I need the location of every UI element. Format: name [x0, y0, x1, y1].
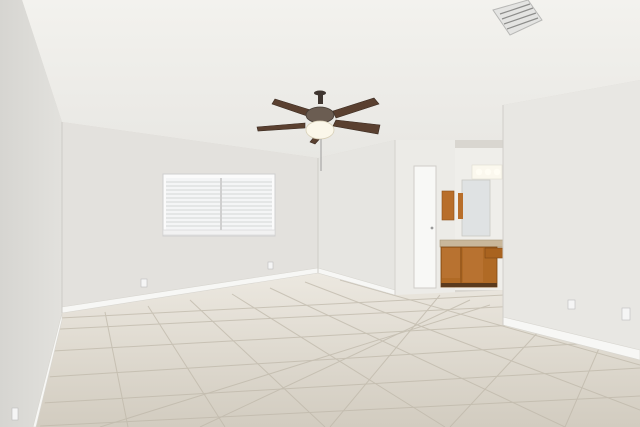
room-illustration: [0, 0, 640, 427]
wall-outlet: [11, 407, 19, 421]
window: [162, 173, 276, 237]
wall-outlet: [267, 261, 274, 270]
wall-outlet: [567, 299, 576, 310]
medicine-cabinet: [441, 190, 455, 221]
vanity-countertop: [439, 239, 504, 248]
right-wall: [503, 80, 640, 360]
wall-outlet: [621, 307, 631, 321]
open-door: [413, 165, 437, 289]
room-photo: [0, 0, 640, 427]
fan-light-globe: [305, 120, 335, 140]
wall-outlet: [140, 278, 148, 288]
vanity-mirror: [461, 179, 491, 237]
